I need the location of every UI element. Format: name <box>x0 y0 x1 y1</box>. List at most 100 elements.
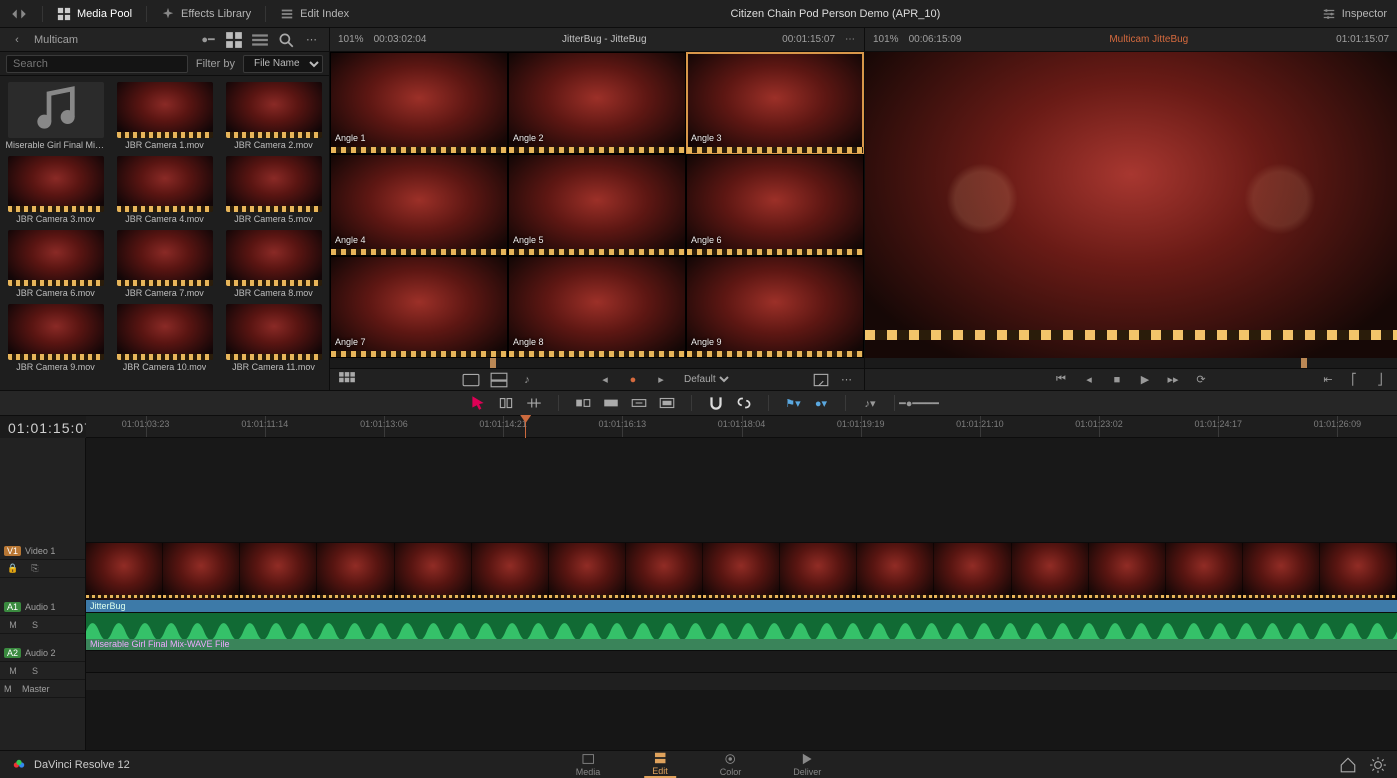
clip-item[interactable]: JBR Camera 9.mov <box>4 304 107 372</box>
ruler-tick-label: 01:01:14:21 <box>479 419 527 429</box>
master-track[interactable] <box>86 672 1397 690</box>
video-track-1[interactable] <box>86 542 1397 600</box>
inspector-tab[interactable]: Inspector <box>1322 7 1387 21</box>
clip-item[interactable]: JBR Camera 6.mov <box>4 230 107 298</box>
multicam-angle[interactable]: Angle 5 <box>508 154 686 256</box>
multicam-angle[interactable]: Angle 3 <box>686 52 864 154</box>
clip-item[interactable]: JBR Camera 10.mov <box>113 304 216 372</box>
clip-item[interactable]: JBR Camera 5.mov <box>222 156 325 224</box>
solo2-icon[interactable]: S <box>26 662 44 680</box>
source-more-icon[interactable]: ⋯ <box>845 34 856 45</box>
multicam-grid-menu-icon[interactable] <box>338 371 356 389</box>
track-header-a2[interactable]: A2Audio 2 <box>0 644 85 662</box>
stop-icon[interactable]: ■ <box>1108 371 1126 389</box>
match-frame-out-icon[interactable]: ⇤ <box>1319 371 1337 389</box>
next-angle-icon[interactable]: ▸ <box>652 371 670 389</box>
program-scrubber[interactable] <box>865 358 1397 368</box>
match-frame-icon[interactable] <box>812 371 830 389</box>
source-zoom[interactable]: 101% <box>338 34 364 45</box>
more-icon[interactable]: ⋯ <box>303 31 321 49</box>
overwrite-icon[interactable] <box>601 394 621 412</box>
track-header-master[interactable]: M Master <box>0 680 85 698</box>
audio-scrub-icon[interactable]: ♪▾ <box>860 394 880 412</box>
marker-dropdown-icon[interactable]: ●▾ <box>811 394 831 412</box>
gear-icon[interactable] <box>1369 756 1387 774</box>
clip-item[interactable]: JBR Camera 1.mov <box>113 82 216 150</box>
angle-sort-select[interactable]: Default <box>680 373 732 386</box>
multicam-angle[interactable]: Angle 4 <box>330 154 508 256</box>
av-icon[interactable] <box>490 371 508 389</box>
mark-in-icon[interactable]: ⎡ <box>1345 371 1363 389</box>
filter-by-select[interactable]: File Name <box>243 55 323 73</box>
lock-icon[interactable]: 🔒 <box>4 560 22 578</box>
page-deliver[interactable]: Deliver <box>785 751 829 778</box>
multicam-angle[interactable]: Angle 7 <box>330 256 508 358</box>
program-zoom[interactable]: 101% <box>873 34 899 45</box>
audio-only-icon[interactable]: ♪ <box>518 371 536 389</box>
search-icon[interactable] <box>277 31 295 49</box>
clip-item[interactable]: JBR Camera 11.mov <box>222 304 325 372</box>
video-only-icon[interactable] <box>462 371 480 389</box>
snapping-icon[interactable] <box>706 394 726 412</box>
multicam-angle[interactable]: Angle 1 <box>330 52 508 154</box>
source-scrubber[interactable] <box>330 358 864 368</box>
insert-icon[interactable] <box>573 394 593 412</box>
replace-icon[interactable] <box>629 394 649 412</box>
timeline-ruler[interactable]: 01:01:03:2301:01:11:1401:01:13:0601:01:1… <box>86 416 1397 438</box>
record-icon[interactable]: ● <box>624 371 642 389</box>
list-view-icon[interactable] <box>251 31 269 49</box>
audio-track-1[interactable]: Miserable Girl Final Mix-WAVE File <box>86 612 1397 650</box>
multicam-angle[interactable]: Angle 6 <box>686 154 864 256</box>
source-clip-name[interactable]: JitterBug - JitteBug <box>562 34 646 45</box>
flag-icon[interactable]: ⚑▾ <box>783 394 803 412</box>
timeline-timecode[interactable]: 01:01:15:07 <box>8 420 93 436</box>
slider-icon[interactable]: ●━ <box>199 31 217 49</box>
fit-to-fill-icon[interactable] <box>657 394 677 412</box>
selection-tool-icon[interactable] <box>468 394 488 412</box>
clip-item[interactable]: JBR Camera 2.mov <box>222 82 325 150</box>
clip-item[interactable]: Miserable Girl Final Mix-WAVE Fil... <box>4 82 107 150</box>
clip-item[interactable]: JBR Camera 7.mov <box>113 230 216 298</box>
multicam-angle[interactable]: Angle 2 <box>508 52 686 154</box>
audio-track-2[interactable] <box>86 650 1397 672</box>
expand-toggle-icon[interactable] <box>10 5 28 23</box>
prev-frame-icon[interactable]: ◂ <box>1080 371 1098 389</box>
video-clip-label[interactable]: JitterBug <box>86 600 1397 612</box>
multicam-angle[interactable]: Angle 9 <box>686 256 864 358</box>
trim-tool-icon[interactable] <box>496 394 516 412</box>
breadcrumb[interactable]: Multicam <box>34 34 78 46</box>
page-media[interactable]: Media <box>568 751 609 778</box>
link-small-icon[interactable]: ⎘ <box>26 560 44 578</box>
tracks-canvas[interactable]: JitterBug Miserable Girl Final Mix-WAVE … <box>86 438 1397 750</box>
zoom-slider-icon[interactable]: ━●━━━━ <box>909 394 929 412</box>
clip-item[interactable]: JBR Camera 8.mov <box>222 230 325 298</box>
home-icon[interactable] <box>1339 756 1357 774</box>
search-input[interactable] <box>6 55 188 73</box>
play-icon[interactable]: ▶ <box>1136 371 1154 389</box>
link-icon[interactable] <box>734 394 754 412</box>
edit-index-tab[interactable]: Edit Index <box>280 7 349 21</box>
prev-angle-icon[interactable]: ◂ <box>596 371 614 389</box>
mark-out-icon[interactable]: ⎦ <box>1371 371 1389 389</box>
thumb-view-icon[interactable] <box>225 31 243 49</box>
page-color[interactable]: Color <box>712 751 750 778</box>
source-foot-more-icon[interactable]: ⋯ <box>838 371 856 389</box>
first-frame-icon[interactable]: ⏮ <box>1052 371 1070 389</box>
solo-icon[interactable]: S <box>26 616 44 634</box>
back-icon[interactable]: ‹ <box>8 31 26 49</box>
next-frame-icon[interactable]: ▸▸ <box>1164 371 1182 389</box>
track-header-a1[interactable]: A1Audio 1 <box>0 598 85 616</box>
clip-item[interactable]: JBR Camera 3.mov <box>4 156 107 224</box>
multicam-angle[interactable]: Angle 8 <box>508 256 686 358</box>
effects-library-tab[interactable]: Effects Library <box>161 7 251 21</box>
mute-icon[interactable]: M <box>4 616 22 634</box>
mute2-icon[interactable]: M <box>4 662 22 680</box>
audio-clip-label[interactable]: Miserable Girl Final Mix-WAVE File <box>86 639 1397 650</box>
page-edit[interactable]: Edit <box>644 751 676 778</box>
program-clip-name[interactable]: Multicam JitteBug <box>1109 34 1188 45</box>
clip-item[interactable]: JBR Camera 4.mov <box>113 156 216 224</box>
loop-icon[interactable]: ⟳ <box>1192 371 1210 389</box>
track-header-v1[interactable]: V1Video 1 <box>0 542 85 560</box>
media-pool-tab[interactable]: Media Pool <box>57 7 132 21</box>
blade-tool-icon[interactable] <box>524 394 544 412</box>
